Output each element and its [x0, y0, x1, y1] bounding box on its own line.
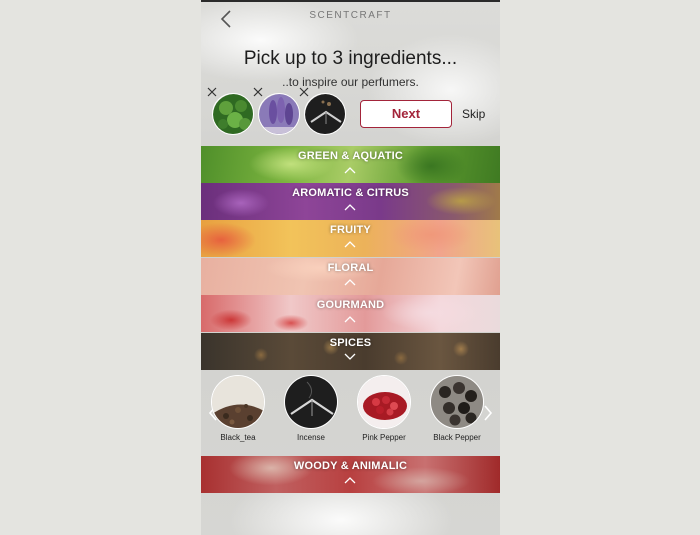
chevron-up-icon — [344, 279, 356, 286]
ingredient-black-pepper[interactable]: Black Pepper — [429, 375, 485, 442]
category-label: GREEN & AQUATIC — [297, 150, 404, 162]
chevron-down-icon — [344, 353, 356, 360]
chevron-up-icon — [344, 477, 356, 484]
category-woody-animalic[interactable]: WOODY & ANIMALIC — [201, 456, 500, 493]
chevron-up-icon — [344, 167, 356, 174]
ingredient-incense[interactable]: Incense — [283, 375, 339, 442]
selected-ingredient-lavender[interactable] — [258, 93, 300, 135]
spices-carousel: Black_tea Incense Pink Pepper Black Pepp… — [201, 370, 500, 458]
close-icon — [207, 87, 217, 97]
chevron-up-icon — [344, 204, 356, 211]
category-spices[interactable]: SPICES — [201, 333, 500, 370]
category-aromatic-citrus[interactable]: AROMATIC & CITRUS — [201, 183, 500, 220]
lavender-image — [259, 94, 299, 134]
pink-pepper-image — [357, 375, 411, 429]
remove-selected-1-button[interactable] — [206, 86, 218, 98]
category-gourmand[interactable]: GOURMAND — [201, 295, 500, 332]
green-herb-image — [213, 94, 253, 134]
incense-image — [284, 375, 338, 429]
category-label: FLORAL — [327, 262, 374, 274]
app-screen: SCENTCRAFT Pick up to 3 ingredients... .… — [201, 0, 500, 535]
chevron-right-icon[interactable] — [483, 404, 493, 422]
chevron-up-icon — [344, 316, 356, 323]
incense-image — [305, 94, 345, 134]
top-divider — [201, 0, 500, 2]
page-subtitle: ..to inspire our perfumers. — [282, 75, 419, 89]
ingredient-black-tea[interactable]: Black_tea — [210, 375, 266, 442]
category-fruity[interactable]: FRUITY — [201, 220, 500, 257]
selected-ingredient-green[interactable] — [212, 93, 254, 135]
category-green-aquatic[interactable]: GREEN & AQUATIC — [201, 146, 500, 183]
brand-logo: SCENTCRAFT — [309, 10, 392, 21]
black-pepper-image — [430, 375, 484, 429]
category-label: AROMATIC & CITRUS — [292, 187, 409, 199]
skip-link[interactable]: Skip — [462, 107, 485, 121]
page-title: Pick up to 3 ingredients... — [243, 48, 458, 69]
ingredient-label: Black_tea — [220, 433, 256, 442]
chevron-up-icon — [344, 241, 356, 248]
remove-selected-2-button[interactable] — [252, 86, 264, 98]
black-tea-image — [211, 375, 265, 429]
ingredient-label: Incense — [296, 433, 326, 442]
next-button[interactable]: Next — [360, 100, 452, 128]
close-icon — [253, 87, 263, 97]
category-label: SPICES — [329, 337, 372, 349]
category-label: WOODY & ANIMALIC — [293, 460, 408, 472]
selected-ingredient-incense[interactable] — [304, 93, 346, 135]
remove-selected-3-button[interactable] — [298, 86, 310, 98]
ingredient-label: Pink Pepper — [362, 433, 406, 442]
category-label: GOURMAND — [316, 299, 385, 311]
close-icon — [299, 87, 309, 97]
ingredient-label: Black Pepper — [433, 433, 481, 442]
category-label: FRUITY — [330, 224, 371, 236]
ingredient-pink-pepper[interactable]: Pink Pepper — [356, 375, 412, 442]
category-floral[interactable]: FLORAL — [201, 258, 500, 295]
